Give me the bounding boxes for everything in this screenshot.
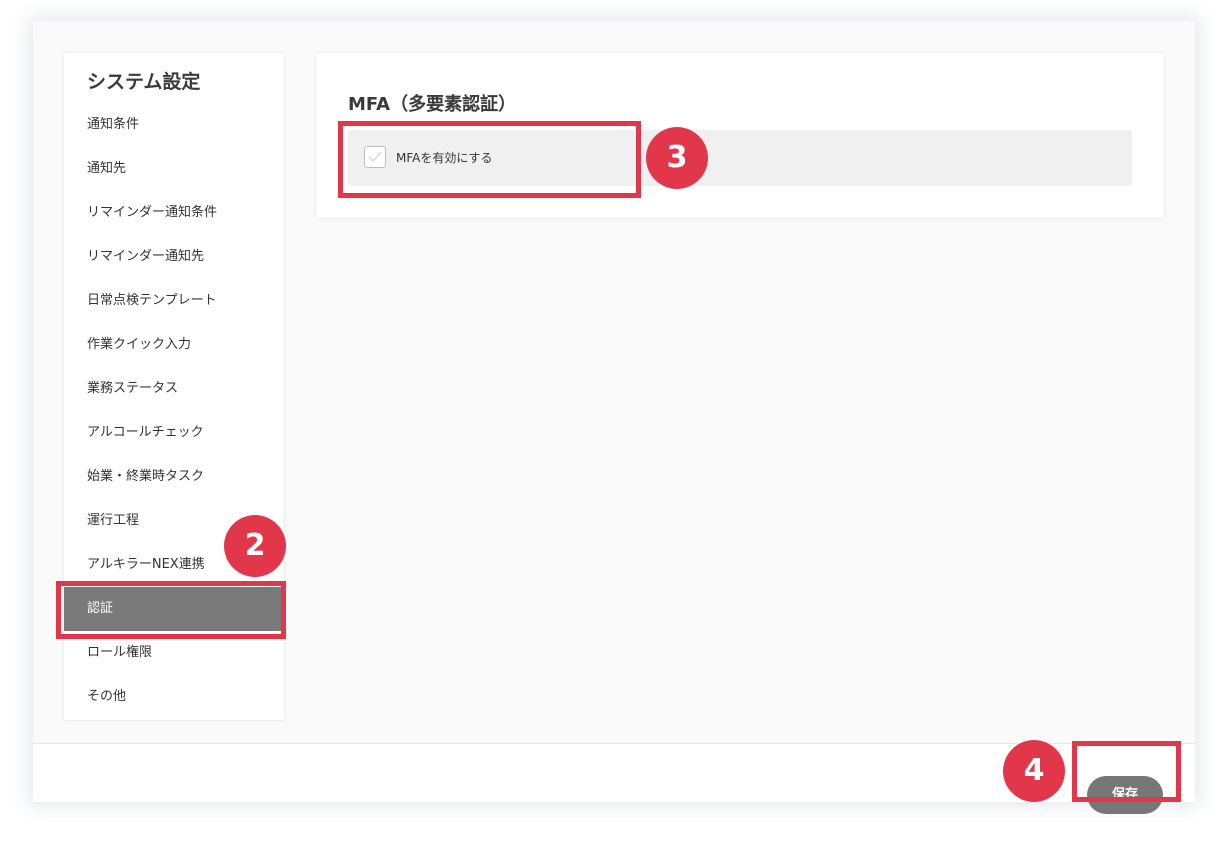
sidebar-item-reminder-destinations[interactable]: リマインダー通知先	[64, 235, 284, 279]
sidebar-item-notification-destinations[interactable]: 通知先	[64, 147, 284, 191]
sidebar-item-alcohol-check[interactable]: アルコールチェック	[64, 411, 284, 455]
highlight-save-button	[1072, 741, 1181, 802]
sidebar-title: システム設定	[87, 71, 201, 93]
sidebar-item-start-end-tasks[interactable]: 始業・終業時タスク	[64, 455, 284, 499]
sidebar-item-daily-inspection-template[interactable]: 日常点検テンプレート	[64, 279, 284, 323]
highlight-mfa-checkbox	[338, 121, 641, 198]
sidebar-item-business-status[interactable]: 業務ステータス	[64, 367, 284, 411]
step-badge-4: 4	[1003, 740, 1065, 802]
sidebar-item-other[interactable]: その他	[64, 675, 284, 719]
highlight-authentication	[56, 581, 286, 639]
sidebar-item-notification-conditions[interactable]: 通知条件	[64, 103, 284, 147]
step-badge-2: 2	[224, 515, 286, 577]
step-badge-3: 3	[646, 127, 708, 189]
sidebar-item-quick-work-input[interactable]: 作業クイック入力	[64, 323, 284, 367]
sidebar-item-reminder-conditions[interactable]: リマインダー通知条件	[64, 191, 284, 235]
section-title: MFA（多要素認証）	[348, 94, 517, 115]
